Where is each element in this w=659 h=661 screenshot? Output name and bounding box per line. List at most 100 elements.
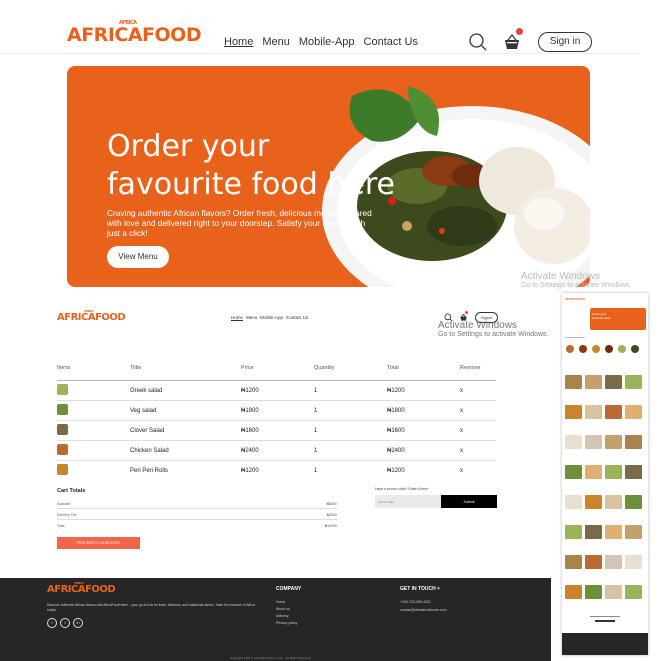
thumb-category [618,345,626,353]
promo-label: Have a promo code? Enter it here! [375,487,429,491]
search-icon[interactable] [468,32,488,52]
nav-home-link[interactable]: Home [224,36,253,48]
col-price: Price [241,360,314,381]
remove-button[interactable]: x [460,461,496,481]
thumb-food-card [605,555,622,569]
twitter-icon[interactable]: t [60,618,70,628]
nav-mobile-app-link[interactable]: Mobile-App [299,36,355,48]
thumb-food-card [625,405,642,419]
thumb-food-card [585,495,602,509]
item-total: ₦1800 [387,400,460,421]
item-title: Veg salad [130,400,241,421]
remove-button[interactable]: x [460,440,496,461]
linkedin-icon[interactable]: in [73,618,83,628]
checkout-button[interactable]: PROCEED TO CHECKOUT [57,537,140,549]
item-price: ₦1200 [241,380,314,401]
thumb-category [605,345,613,353]
cart-row: Chicken Salad ₦2400 1 ₦2400 x [57,440,496,461]
thumb-food-card [585,405,602,419]
thumb-food-card [605,525,622,539]
total-row: Total ₦10200 [57,524,337,528]
thumb-food-card [565,435,582,449]
food-thumbnail [57,384,68,395]
col-remove: Remove [460,360,496,381]
brand-logo[interactable]: AFRICAFOOD AFRICA [57,309,126,323]
footer-email[interactable]: contact@africafoodhome.com [400,608,447,612]
navbar: AFRICAFOOD AFRICA Home Menu Mobile-App Co… [0,10,640,54]
thumb-food-card [565,495,582,509]
item-price: ₦1600 [241,420,314,441]
promo-submit-button[interactable]: Submit [441,495,497,508]
sign-in-button[interactable]: Sign in [538,32,592,52]
thumb-food-card [605,465,622,479]
col-quantity: Quantity [314,360,387,381]
thumb-food-card [565,585,582,599]
nav-links: Home Menu Mobile-App Contact Us [231,315,308,320]
item-quantity: 1 [314,467,318,474]
cart-page-screenshot: AFRICAFOOD AFRICA Home Menu Mobile-App Co… [0,300,551,661]
nav-contact-link[interactable]: Contact Us [286,315,308,320]
cart-row: Greek salad ₦1200 1 ₦1200 x [57,380,496,401]
view-menu-button[interactable]: View Menu [107,246,169,268]
item-total: ₦1200 [387,380,460,401]
nav-links: Home Menu Mobile-App Contact Us [224,36,418,48]
item-title: Clover Salad [130,420,241,441]
nav-menu-link[interactable]: Menu [262,36,290,48]
thumb-app-text [590,616,620,617]
nav-home-link[interactable]: Home [231,315,243,320]
remove-button[interactable]: x [460,400,496,421]
footer-description: Discover authentic African flavors with … [47,603,255,612]
footer-link-home[interactable]: Home [276,600,285,604]
thumb-food-card [625,375,642,389]
thumb-food-card [625,435,642,449]
delivery-fee-row: Delivery Fee ₦2000 [57,513,337,520]
thumb-food-card [605,405,622,419]
item-total: ₦1600 [387,420,460,441]
thumb-food-card [625,555,642,569]
thumb-category [566,345,574,353]
nav-mobile-app-link[interactable]: Mobile-App [260,315,283,320]
col-items: Items [57,360,130,381]
thumb-food-card [585,585,602,599]
thumb-food-card [585,435,602,449]
heart-icon: ♥ [437,586,441,592]
cart-badge-dot [516,28,523,35]
item-price: ₦1200 [241,467,259,474]
item-total: ₦1200 [387,467,405,474]
thumb-food-card [565,555,582,569]
item-title: Chicken Salad [130,440,241,461]
thumb-food-card [605,495,622,509]
footer: AFRICAFOOD AFRICA Discover authentic Afri… [0,578,551,661]
activate-windows-watermark: Activate Windows Go to Settings to activ… [438,320,549,338]
thumb-logo: AFRICAFOOD [565,297,585,301]
item-quantity: 1 [314,440,387,461]
thumb-food-card [625,525,642,539]
item-total: ₦2400 [387,440,460,461]
cart-row: Veg salad ₦1800 1 ₦1800 x [57,400,496,421]
thumb-category [579,345,587,353]
footer-link-delivery[interactable]: Delivery [276,614,289,618]
footer-link-about[interactable]: About us [276,607,290,611]
col-title: Tiltle [130,360,241,381]
thumb-food-card [585,555,602,569]
item-quantity: 1 [314,420,387,441]
thumb-food-card [625,585,642,599]
nav-contact-link[interactable]: Contact Us [364,36,418,48]
footer-link-privacy[interactable]: Privacy policy [276,621,297,625]
thumb-food-card [625,495,642,509]
full-page-thumbnail: AFRICAFOOD Order your favourite food [562,293,648,655]
brand-logo[interactable]: AFRICAFOOD AFRICA [67,20,202,46]
remove-button[interactable]: x [460,420,496,441]
footer-phone: +234-703-265-4021 [400,600,431,604]
food-thumbnail [57,404,68,415]
thumb-food-card [565,525,582,539]
remove-button[interactable]: x [460,380,496,401]
facebook-icon[interactable]: f [47,618,57,628]
cart-row: Peri Peri Rolls ₦1200 1 ₦1200 x [57,461,496,481]
nav-menu-link[interactable]: Menu [246,315,257,320]
footer-logo[interactable]: AFRICAFOOD AFRICA [47,581,116,595]
promo-code-input[interactable] [375,495,441,508]
cart-table: Items Tiltle Price Quantity Total Remove… [57,360,496,480]
footer-copyright: Copyright 2025 © AfricaFoodHome.com - Al… [230,656,312,660]
basket-icon[interactable] [502,32,522,52]
